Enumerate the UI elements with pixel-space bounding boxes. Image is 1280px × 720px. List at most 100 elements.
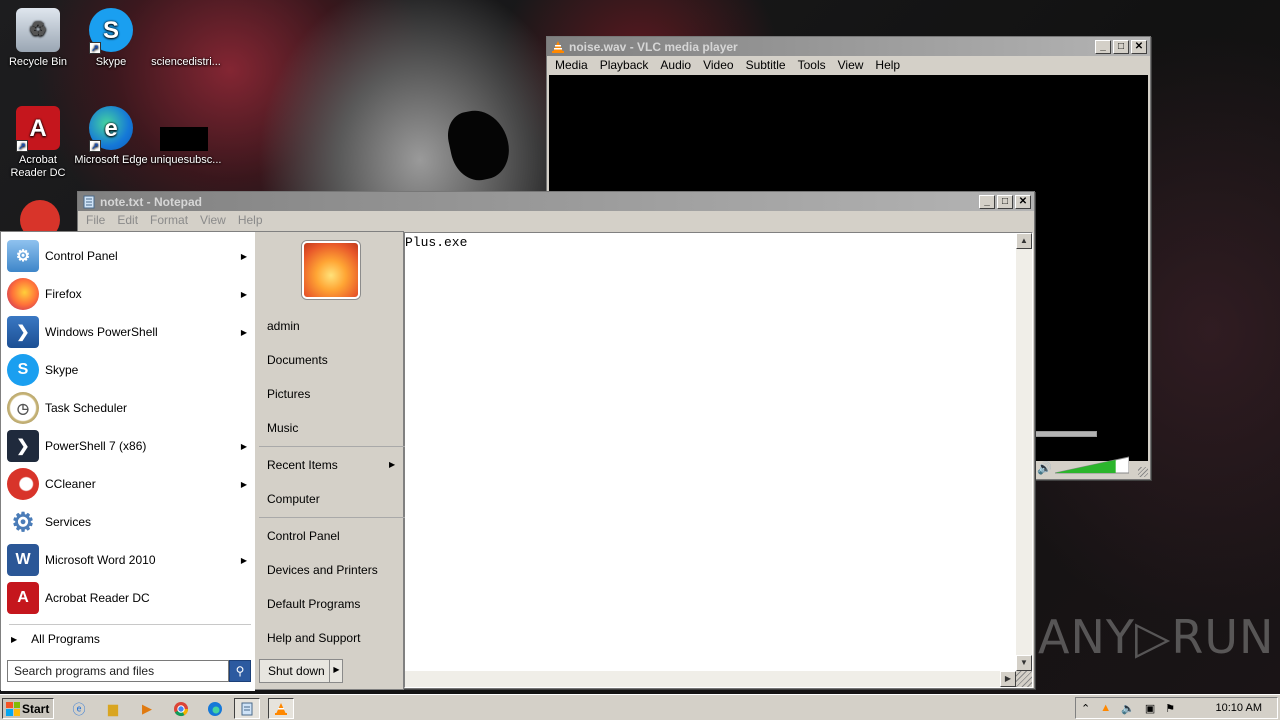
speaker-icon[interactable]: 🔊 [1037, 461, 1052, 475]
vlc-cone-icon [551, 40, 565, 54]
all-programs-arrow-icon: ▶ [11, 634, 18, 644]
submenu-arrow-icon: ▶ [389, 460, 396, 469]
notepad-menu-edit[interactable]: Edit [111, 211, 144, 230]
vlc-tray-icon[interactable]: ▲ [1100, 702, 1111, 714]
file-icon [164, 8, 208, 52]
vlc-menu-tools[interactable]: Tools [792, 56, 832, 75]
start-item-control-panel[interactable]: ⚙ Control Panel ▶ [7, 238, 251, 274]
notepad-menu-view[interactable]: View [194, 211, 232, 230]
vlc-menu-playback[interactable]: Playback [594, 56, 655, 75]
chrome-icon[interactable] [168, 698, 194, 719]
network-icon[interactable]: ▣ [1145, 702, 1155, 715]
start-link-computer[interactable]: Computer [267, 492, 320, 506]
scroll-down-icon[interactable]: ▼ [1016, 655, 1032, 671]
start-link-control-panel[interactable]: Control Panel [267, 529, 340, 543]
close-button[interactable]: ✕ [1131, 39, 1147, 54]
notepad-text-area[interactable]: Plus.exe ▲ ▼ ▶ [404, 232, 1033, 688]
all-programs-button[interactable]: ▶ All Programs [11, 632, 100, 646]
system-tray: ⌃ ▲ 🔈 ▣ ⚑ 10:10 AM [1075, 697, 1278, 719]
start-item-skype[interactable]: S Skype [7, 352, 251, 388]
notepad-title: note.txt - Notepad [100, 194, 202, 209]
desktop-icon-recycle-bin[interactable]: ♻ Recycle Bin [0, 8, 76, 69]
desktop-icon-sciencedistri[interactable]: sciencedistri... [148, 8, 224, 69]
clock[interactable]: 10:10 AM [1216, 702, 1262, 714]
desktop-icon-label: sciencedistri... [151, 56, 221, 68]
start-link-devices-printers[interactable]: Devices and Printers [267, 563, 378, 577]
taskbar: Start ⓔ ▆ ▶ ⌃ ▲ 🔈 ▣ ⚑ 10:10 AM [0, 694, 1280, 720]
start-button[interactable]: Start [2, 698, 54, 719]
start-link-help-support[interactable]: Help and Support [267, 631, 360, 645]
start-item-acrobat[interactable]: A Acrobat Reader DC [7, 580, 251, 616]
close-button[interactable]: ✕ [1015, 194, 1031, 209]
action-center-flag-icon[interactable]: ⚑ [1165, 702, 1175, 715]
minimize-button[interactable]: _ [979, 194, 995, 209]
vlc-menu-video[interactable]: Video [697, 56, 739, 75]
start-item-label: Task Scheduler [45, 401, 128, 415]
vlc-icon[interactable] [268, 698, 294, 719]
notepad-menu-format[interactable]: Format [144, 211, 194, 230]
resize-grip-icon[interactable] [1016, 671, 1032, 687]
search-icon[interactable]: ⚲ [229, 660, 251, 682]
all-programs-label: All Programs [31, 632, 100, 646]
start-item-word[interactable]: W Microsoft Word 2010 ▶ [7, 542, 251, 578]
places-separator [259, 517, 405, 518]
start-item-powershell7[interactable]: ❯ PowerShell 7 (x86) ▶ [7, 428, 251, 464]
vertical-scrollbar[interactable]: ▲ ▼ [1016, 233, 1032, 671]
vlc-seek-bar[interactable] [1035, 431, 1097, 437]
start-link-music[interactable]: Music [267, 421, 298, 435]
start-search-input[interactable]: Search programs and files [7, 660, 229, 682]
start-item-label: Windows PowerShell [45, 325, 158, 339]
notepad-content: Plus.exe [405, 235, 468, 250]
start-item-ccleaner[interactable]: CCleaner ▶ [7, 466, 251, 502]
vlc-volume-label: 100% [1059, 453, 1083, 463]
explorer-icon[interactable]: ▆ [100, 698, 126, 719]
start-item-task-scheduler[interactable]: ◷ Task Scheduler [7, 390, 251, 426]
vlc-menu-subtitle[interactable]: Subtitle [740, 56, 792, 75]
shortcut-arrow-icon: ↗ [16, 140, 28, 152]
start-menu-programs: ⚙ Control Panel ▶ Firefox ▶ ❯ Windows Po… [1, 232, 255, 691]
desktop-icon-skype[interactable]: S ↗ Skype [73, 8, 149, 69]
media-player-icon[interactable]: ▶ [134, 698, 160, 719]
maximize-button[interactable]: □ [997, 194, 1013, 209]
ie-icon[interactable]: ⓔ [66, 698, 92, 719]
start-link-pictures[interactable]: Pictures [267, 387, 310, 401]
scroll-up-icon[interactable]: ▲ [1016, 233, 1032, 249]
windows-flag-icon [6, 701, 20, 716]
ccleaner-icon [7, 468, 39, 500]
vlc-menu-view[interactable]: View [832, 56, 870, 75]
volume-icon[interactable]: 🔈 [1121, 702, 1135, 715]
start-item-label: Firefox [45, 287, 82, 301]
edge-icon[interactable] [202, 698, 228, 719]
start-item-label: Skype [45, 363, 79, 377]
maximize-button[interactable]: □ [1113, 39, 1129, 54]
desktop-icon-uniquesubsc[interactable]: uniquesubsc... [148, 154, 224, 167]
firefox-icon [7, 278, 39, 310]
start-item-firefox[interactable]: Firefox ▶ [7, 276, 251, 312]
start-item-label: PowerShell 7 (x86) [45, 439, 147, 453]
resize-grip-icon[interactable] [1138, 467, 1148, 477]
notepad-icon[interactable] [234, 698, 260, 719]
start-link-default-programs[interactable]: Default Programs [267, 597, 360, 611]
scroll-right-icon[interactable]: ▶ [1000, 671, 1016, 687]
start-link-documents[interactable]: Documents [267, 353, 328, 367]
notepad-menu-help[interactable]: Help [232, 211, 269, 230]
start-link-admin[interactable]: admin [267, 319, 300, 333]
horizontal-scrollbar[interactable]: ▶ [405, 671, 1016, 687]
vlc-menu-media[interactable]: Media [549, 56, 594, 75]
start-item-windows-powershell[interactable]: ❯ Windows PowerShell ▶ [7, 314, 251, 350]
vlc-titlebar[interactable]: noise.wav - VLC media player _ □ ✕ [547, 37, 1150, 56]
start-item-services[interactable]: ⚙ Services [7, 504, 251, 540]
show-hidden-icons-icon[interactable]: ⌃ [1081, 702, 1090, 715]
edge-icon: e ↗ [89, 106, 133, 152]
vlc-menu-help[interactable]: Help [869, 56, 906, 75]
desktop-icon-acrobat[interactable]: A ↗ Acrobat Reader DC [0, 106, 76, 180]
notepad-titlebar[interactable]: note.txt - Notepad _ □ ✕ [78, 192, 1034, 211]
vlc-menu-audio[interactable]: Audio [654, 56, 697, 75]
minimize-button[interactable]: _ [1095, 39, 1111, 54]
desktop-icon-edge[interactable]: e ↗ Microsoft Edge [73, 106, 149, 167]
user-avatar[interactable] [302, 241, 360, 299]
notepad-menu-file[interactable]: File [80, 211, 111, 230]
start-link-recent-items[interactable]: Recent Items [267, 458, 338, 472]
vlc-title: noise.wav - VLC media player [569, 39, 738, 54]
shutdown-options-arrow-icon[interactable]: ▶ [329, 659, 343, 683]
